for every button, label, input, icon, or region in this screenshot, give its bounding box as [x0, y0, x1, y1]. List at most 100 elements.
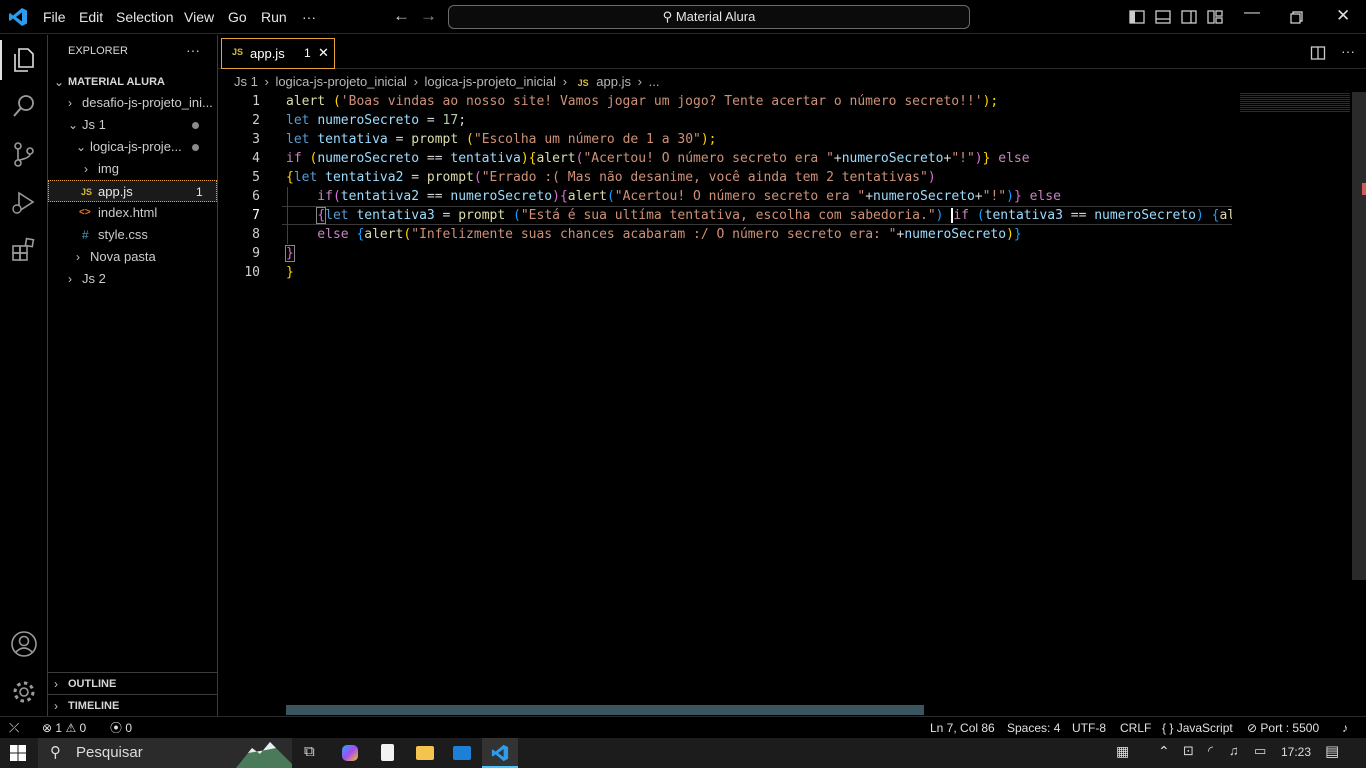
camera-icon[interactable]: ⊡ — [1183, 743, 1194, 759]
breadcrumb-item[interactable]: ... — [649, 74, 660, 89]
tree-label: desafio-js-projeto_ini... — [82, 95, 213, 110]
taskbar-search-label: Pesquisar — [76, 744, 143, 761]
minimap[interactable] — [1240, 92, 1350, 112]
notepad-icon[interactable] — [381, 744, 394, 761]
timeline-section[interactable]: › TIMELINE — [48, 694, 217, 716]
run-debug-icon[interactable] — [9, 187, 39, 217]
vscode-taskbar-button[interactable] — [482, 738, 518, 768]
taskbar-search[interactable]: ⚲ Pesquisar — [38, 738, 292, 768]
breadcrumb-item[interactable]: Js 1 — [234, 74, 258, 89]
volume-icon[interactable]: ♫ — [1229, 743, 1239, 758]
customize-layout-icon[interactable] — [1206, 8, 1224, 26]
tree-file-style[interactable]: # style.css — [48, 224, 217, 246]
breadcrumb-item[interactable]: logica-js-projeto_inicial — [275, 74, 407, 89]
tree-folder-img[interactable]: › img — [48, 158, 217, 180]
modified-dot-icon — [192, 144, 199, 151]
warning-count: 0 — [79, 721, 87, 735]
code-line-2[interactable]: let numeroSecreto = 17; — [286, 111, 466, 130]
code-line-3[interactable]: let tentativa = prompt ("Escolha um núme… — [286, 130, 717, 149]
tree-folder-js2[interactable]: › Js 2 — [48, 268, 217, 290]
code-line-7[interactable]: {let tentativa3 = prompt ("Está é sua ul… — [286, 206, 1232, 225]
title-bar: File Edit Selection View Go Run ··· ← → … — [0, 0, 1366, 34]
workspace-header[interactable]: ⌄ MATERIAL ALURA — [48, 71, 217, 93]
code-line-5[interactable]: {let tentativa2 = prompt("Errado :( Mas … — [286, 168, 936, 187]
end-of-line[interactable]: CRLF — [1120, 717, 1151, 739]
remote-icon[interactable]: ⤫ — [9, 717, 19, 739]
tree-folder-nova[interactable]: › Nova pasta — [48, 246, 217, 268]
tree-folder-desafio[interactable]: › desafio-js-projeto_ini... — [48, 92, 217, 114]
outline-section[interactable]: › OUTLINE — [48, 672, 217, 694]
breadcrumb-item[interactable]: app.js — [596, 74, 631, 89]
clock-time[interactable]: 17:23 — [1281, 745, 1311, 759]
code-line-9[interactable]: } — [285, 244, 295, 263]
code-line-10[interactable]: } — [286, 263, 294, 282]
back-arrow-icon[interactable]: ← — [393, 6, 410, 26]
breadcrumb-item[interactable]: logica-js-projeto_inicial — [425, 74, 557, 89]
command-center-search[interactable]: ⚲ Material Alura — [448, 5, 970, 29]
menu-view[interactable]: View — [184, 0, 214, 34]
ports-indicator[interactable]: ⦿ 0 — [110, 717, 132, 739]
problems-indicator[interactable]: ⊗ 1 ⚠ 0 — [42, 717, 86, 739]
copilot-icon[interactable] — [342, 745, 358, 761]
editor-more-icon[interactable]: ··· — [1341, 43, 1355, 59]
line-number: 4 — [252, 151, 260, 166]
tab-appjs[interactable]: JS app.js 1 ✕ — [221, 38, 335, 69]
menu-go[interactable]: Go — [228, 0, 247, 34]
tray-chevron-icon[interactable]: ⌃ — [1158, 743, 1170, 760]
menu-run[interactable]: Run — [261, 0, 287, 34]
indentation[interactable]: Spaces: 4 — [1007, 717, 1060, 739]
language-mode[interactable]: { } JavaScript — [1162, 717, 1233, 739]
chevron-right-icon: › — [84, 162, 88, 176]
menu-edit[interactable]: Edit — [79, 0, 103, 34]
prohibited-icon: ⊘ — [1247, 721, 1258, 735]
source-control-icon[interactable] — [9, 139, 39, 169]
explorer-icon[interactable] — [9, 45, 39, 75]
code-line-4[interactable]: if (numeroSecreto == tentativa){alert("A… — [286, 149, 1030, 168]
search-icon[interactable] — [9, 91, 39, 121]
vertical-scrollbar[interactable] — [1352, 92, 1366, 580]
widgets-icon[interactable]: ▦ — [1116, 743, 1129, 760]
wifi-icon[interactable]: ◜ — [1208, 743, 1213, 759]
mail-icon[interactable] — [453, 746, 471, 760]
menu-more[interactable]: ··· — [302, 0, 316, 34]
extensions-icon[interactable] — [9, 235, 39, 265]
toggle-panel-icon[interactable] — [1154, 8, 1172, 26]
windows-start-icon[interactable] — [10, 745, 26, 761]
tree-file-index[interactable]: <> index.html — [48, 202, 217, 224]
tree-folder-js1[interactable]: ⌄ Js 1 — [48, 114, 217, 136]
horizontal-scrollbar[interactable] — [286, 705, 924, 715]
live-server-port[interactable]: ⊘ Port : 5500 — [1247, 717, 1319, 739]
menu-selection[interactable]: Selection — [116, 0, 174, 34]
sidebar-more-icon[interactable]: ··· — [186, 42, 200, 58]
close-window-icon[interactable]: ✕ — [1336, 6, 1350, 26]
tree-folder-logica[interactable]: ⌄ logica-js-proje... — [48, 136, 217, 158]
warning-icon: ⚠ — [65, 721, 77, 735]
minimize-icon[interactable]: — — [1244, 4, 1260, 22]
split-editor-icon[interactable] — [1310, 45, 1326, 61]
restore-icon[interactable] — [1290, 11, 1303, 24]
toggle-primary-sidebar-icon[interactable] — [1128, 8, 1146, 26]
tab-close-icon[interactable]: ✕ — [318, 45, 329, 61]
task-view-icon[interactable]: ⧉ — [304, 743, 315, 760]
battery-icon[interactable]: ▭ — [1254, 743, 1266, 759]
settings-gear-icon[interactable] — [9, 677, 39, 707]
modified-dot-icon — [192, 122, 199, 129]
forward-arrow-icon[interactable]: → — [420, 6, 437, 26]
accounts-icon[interactable] — [9, 629, 39, 659]
file-explorer-icon[interactable] — [416, 746, 434, 760]
menu-file[interactable]: File — [43, 0, 66, 34]
code-line-8[interactable]: else {alert("Infelizmente suas chances a… — [286, 225, 1021, 244]
tree-label: Nova pasta — [90, 249, 156, 264]
toggle-secondary-sidebar-icon[interactable] — [1180, 8, 1198, 26]
code-line-6[interactable]: if(tentativa2 == numeroSecreto){alert("A… — [286, 187, 1061, 206]
tree-file-appjs[interactable]: JS app.js 1 — [48, 180, 217, 202]
error-count: 1 — [55, 721, 63, 735]
notification-center-icon[interactable]: ▤ — [1325, 742, 1339, 760]
problem-badge: 1 — [196, 185, 203, 199]
cursor-position[interactable]: Ln 7, Col 86 — [930, 717, 995, 739]
notifications-bell-icon[interactable]: ♪ — [1342, 717, 1348, 739]
code-line-1[interactable]: alert ('Boas vindas ao nosso site! Vamos… — [286, 92, 998, 111]
tree-label: app.js — [98, 184, 133, 199]
encoding[interactable]: UTF-8 — [1072, 717, 1106, 739]
line-number: 1 — [252, 94, 260, 109]
